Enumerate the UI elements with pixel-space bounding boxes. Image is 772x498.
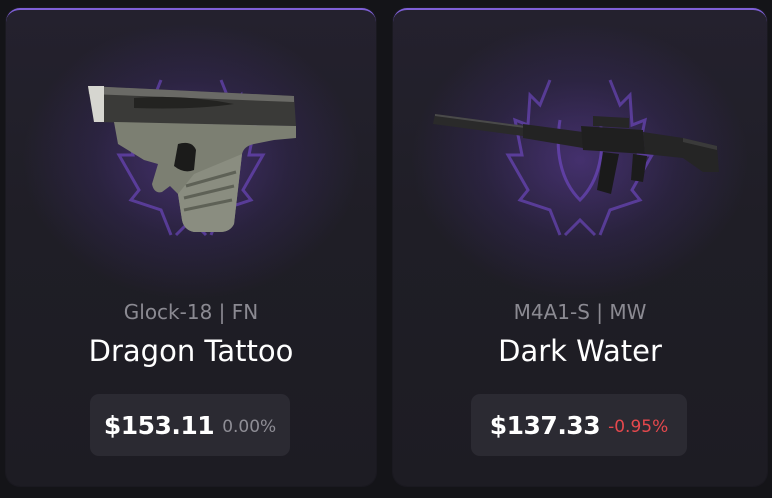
weapon-condition-label: M4A1-S | MW	[513, 300, 647, 324]
price-box: $137.33 -0.95%	[471, 394, 687, 456]
m4a1s-rifle-icon	[433, 114, 719, 194]
price-change: 0.00%	[222, 417, 277, 437]
price-change: -0.95%	[608, 417, 669, 437]
skin-name: Dark Water	[498, 334, 662, 368]
skin-card-m4a1s[interactable]: M4A1-S | MW Dark Water $137.33 -0.95%	[393, 8, 767, 486]
price-value: $153.11	[103, 410, 215, 440]
price-box: $153.11 0.00%	[90, 394, 290, 456]
glock-pistol-icon	[88, 86, 296, 232]
skin-name: Dragon Tattoo	[88, 334, 294, 368]
weapon-condition-label: Glock-18 | FN	[123, 300, 259, 324]
skin-card-glock[interactable]: Glock-18 | FN Dragon Tattoo $153.11 0.00…	[6, 8, 376, 486]
price-value: $137.33	[489, 410, 601, 440]
